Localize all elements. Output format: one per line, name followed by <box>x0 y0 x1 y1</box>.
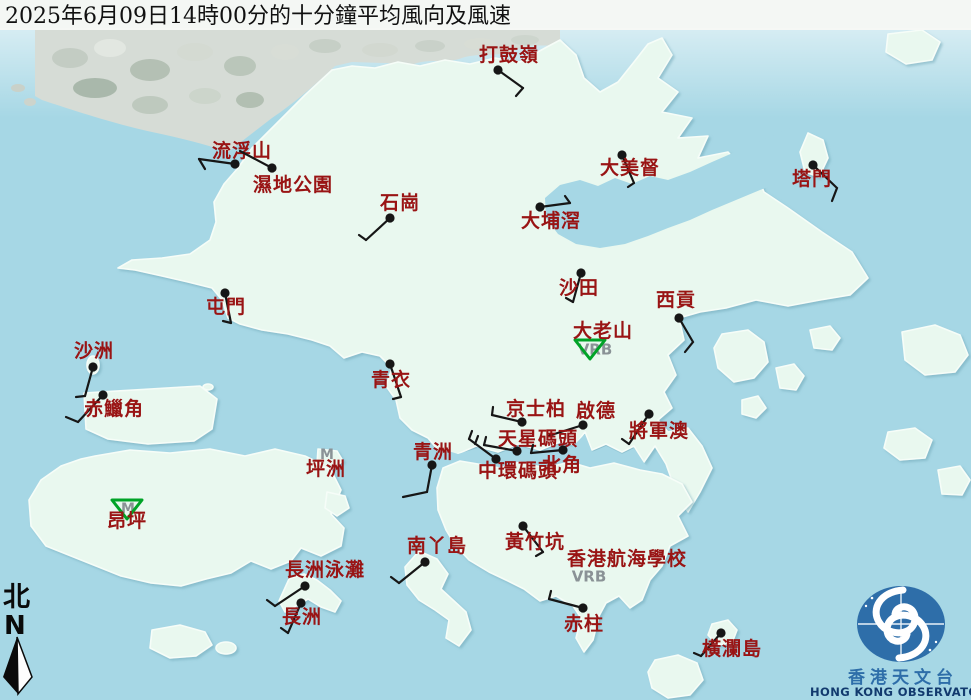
station-label: 石崗 <box>379 191 420 214</box>
map-title: 2025年6月09日14時00分的十分鐘平均風向及風速 <box>5 4 511 29</box>
station-dot <box>385 213 394 222</box>
station-label: 橫瀾島 <box>702 637 762 660</box>
station-dot <box>300 581 309 590</box>
station-label: 赤柱 <box>564 612 604 635</box>
station-dot <box>716 628 725 637</box>
station-dot <box>88 362 97 371</box>
station-label: 大老山 <box>573 319 633 342</box>
station-dot <box>674 313 683 322</box>
station-label: 坪洲 <box>306 458 346 480</box>
station-label: 將軍澳 <box>629 419 689 442</box>
station-label: 赤鱲角 <box>84 397 144 420</box>
station-label: 塔門 <box>792 167 832 190</box>
station-label: 長洲 <box>282 606 322 628</box>
station-label: 大美督 <box>600 156 660 179</box>
station-label: 沙田 <box>559 277 599 299</box>
station-dot <box>420 557 429 566</box>
north-label-en: N <box>4 611 26 641</box>
wind-map-page: 2025年6月09日14時00分的十分鐘平均風向及風速 打鼓嶺流浮山濕地公園石崗… <box>0 0 971 700</box>
station-label: 大埔滘 <box>521 209 581 232</box>
station-label: 黃竹坑 <box>505 530 565 553</box>
hko-logo-text-en: HONG KONG OBSERVATORY <box>810 685 971 699</box>
station-dot <box>267 163 276 172</box>
station-label: 北角 <box>542 453 582 476</box>
wind-barb <box>492 407 493 415</box>
station-label: 屯門 <box>206 295 246 318</box>
station-label: 青洲 <box>413 441 453 463</box>
station-label: 南丫島 <box>407 534 467 557</box>
station-label: 打鼓嶺 <box>479 43 539 66</box>
station-dot <box>385 359 394 368</box>
station-label: 流浮山 <box>212 139 272 162</box>
station-label: 京士柏 <box>506 397 566 420</box>
station-dot <box>518 521 527 530</box>
station-label: 長洲泳灘 <box>285 558 365 581</box>
station-label: 濕地公園 <box>253 173 333 196</box>
station-dot <box>578 603 587 612</box>
station-label: 啟德 <box>576 399 616 422</box>
wind-barb <box>76 396 85 397</box>
station-dot <box>644 409 653 418</box>
station-label: 西貢 <box>656 289 696 311</box>
station-label: 香港航海學校 <box>566 547 687 570</box>
station-label: 青衣 <box>371 368 411 391</box>
station-label: 沙洲 <box>74 340 114 362</box>
station-label: 昂坪 <box>107 510 147 532</box>
station-flag-vrb: VRB <box>572 568 607 586</box>
station-dot <box>493 65 502 74</box>
hk-wind-map: 2025年6月09日14時00分的十分鐘平均風向及風速 打鼓嶺流浮山濕地公園石崗… <box>0 0 971 700</box>
north-label-zh: 北 <box>3 582 30 613</box>
